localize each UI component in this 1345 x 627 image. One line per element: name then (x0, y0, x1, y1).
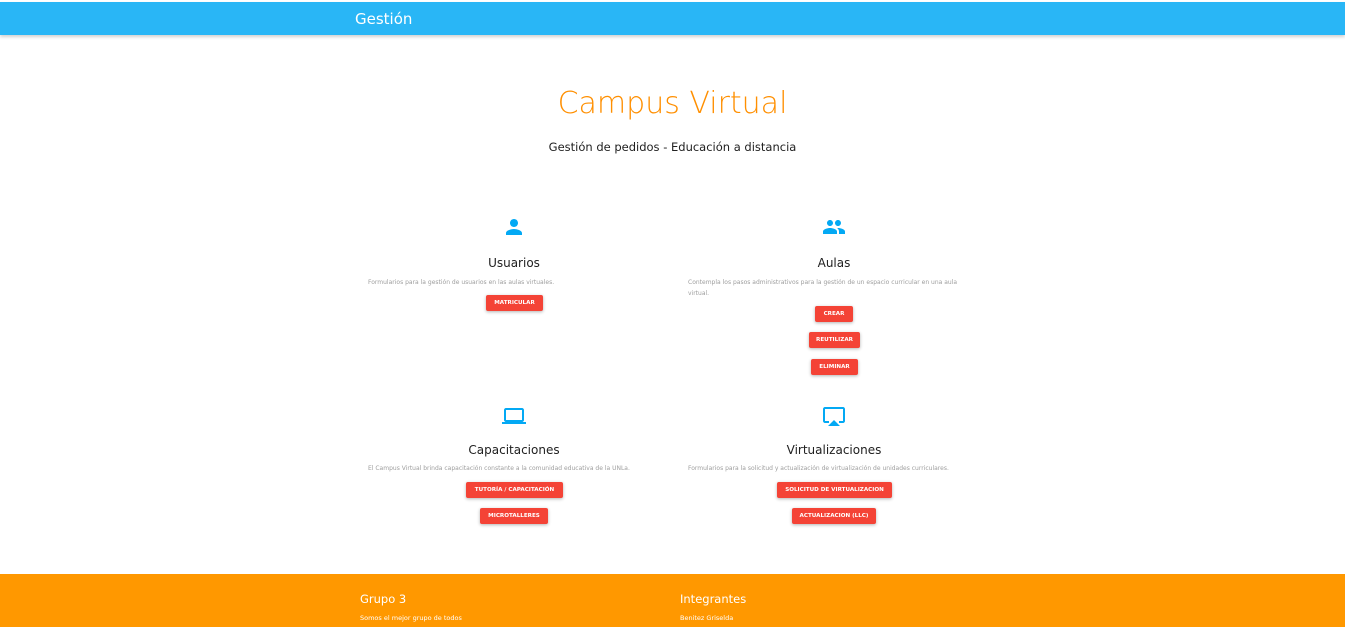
actualizacion-llc-button[interactable]: ACTUALIZACION (LLC) (792, 508, 876, 524)
laptop-icon (502, 404, 526, 428)
page-title: Campus Virtual (557, 86, 788, 121)
footer-group-title: Grupo 3 (360, 592, 407, 606)
crear-button[interactable]: CREAR (815, 306, 853, 322)
footer-members-title: Integrantes (680, 592, 747, 606)
page-footer: Grupo 3 Somos el mejor grupo de todos In… (0, 574, 1345, 627)
microtalleres-button[interactable]: MICROTALLERES (480, 508, 548, 524)
section-description-usuarios: Formularios para la gestión de usuarios … (368, 279, 555, 286)
people-icon (822, 215, 846, 239)
page-subtitle: Gestión de pedidos - Educación a distanc… (548, 140, 797, 154)
person-icon (502, 215, 526, 239)
section-description-aulas: Contempla los pasos administrativos para… (688, 279, 958, 297)
matricular-button[interactable]: MATRICULAR (486, 295, 543, 311)
section-title-capacitaciones: Capacitaciones (468, 443, 560, 457)
section-description-virtualizaciones: Formularios para la solicitud y actualiz… (688, 465, 949, 472)
tutoria-capacitacion-button[interactable]: TUTORÍA / CAPACITACIÓN (466, 482, 563, 498)
section-title-usuarios: Usuarios (488, 256, 540, 270)
section-title-aulas: Aulas (817, 256, 851, 270)
section-title-virtualizaciones: Virtualizaciones (786, 443, 882, 457)
footer-group-text: Somos el mejor grupo de todos (360, 614, 462, 622)
solicitud-virtualizacion-button[interactable]: SOLICITUD DE VIRTUALIZACION (777, 482, 892, 498)
eliminar-button[interactable]: ELIMINAR (811, 359, 858, 375)
reutilizar-button[interactable]: REUTILIZAR (809, 332, 860, 348)
footer-member-item: Benitez Griselda (680, 614, 734, 622)
section-description-capacitaciones: El Campus Virtual brinda capacitación co… (368, 465, 630, 472)
navbar-brand[interactable]: Gestión (355, 10, 412, 28)
airplay-icon (822, 404, 846, 428)
top-navbar: Gestión (0, 2, 1345, 35)
